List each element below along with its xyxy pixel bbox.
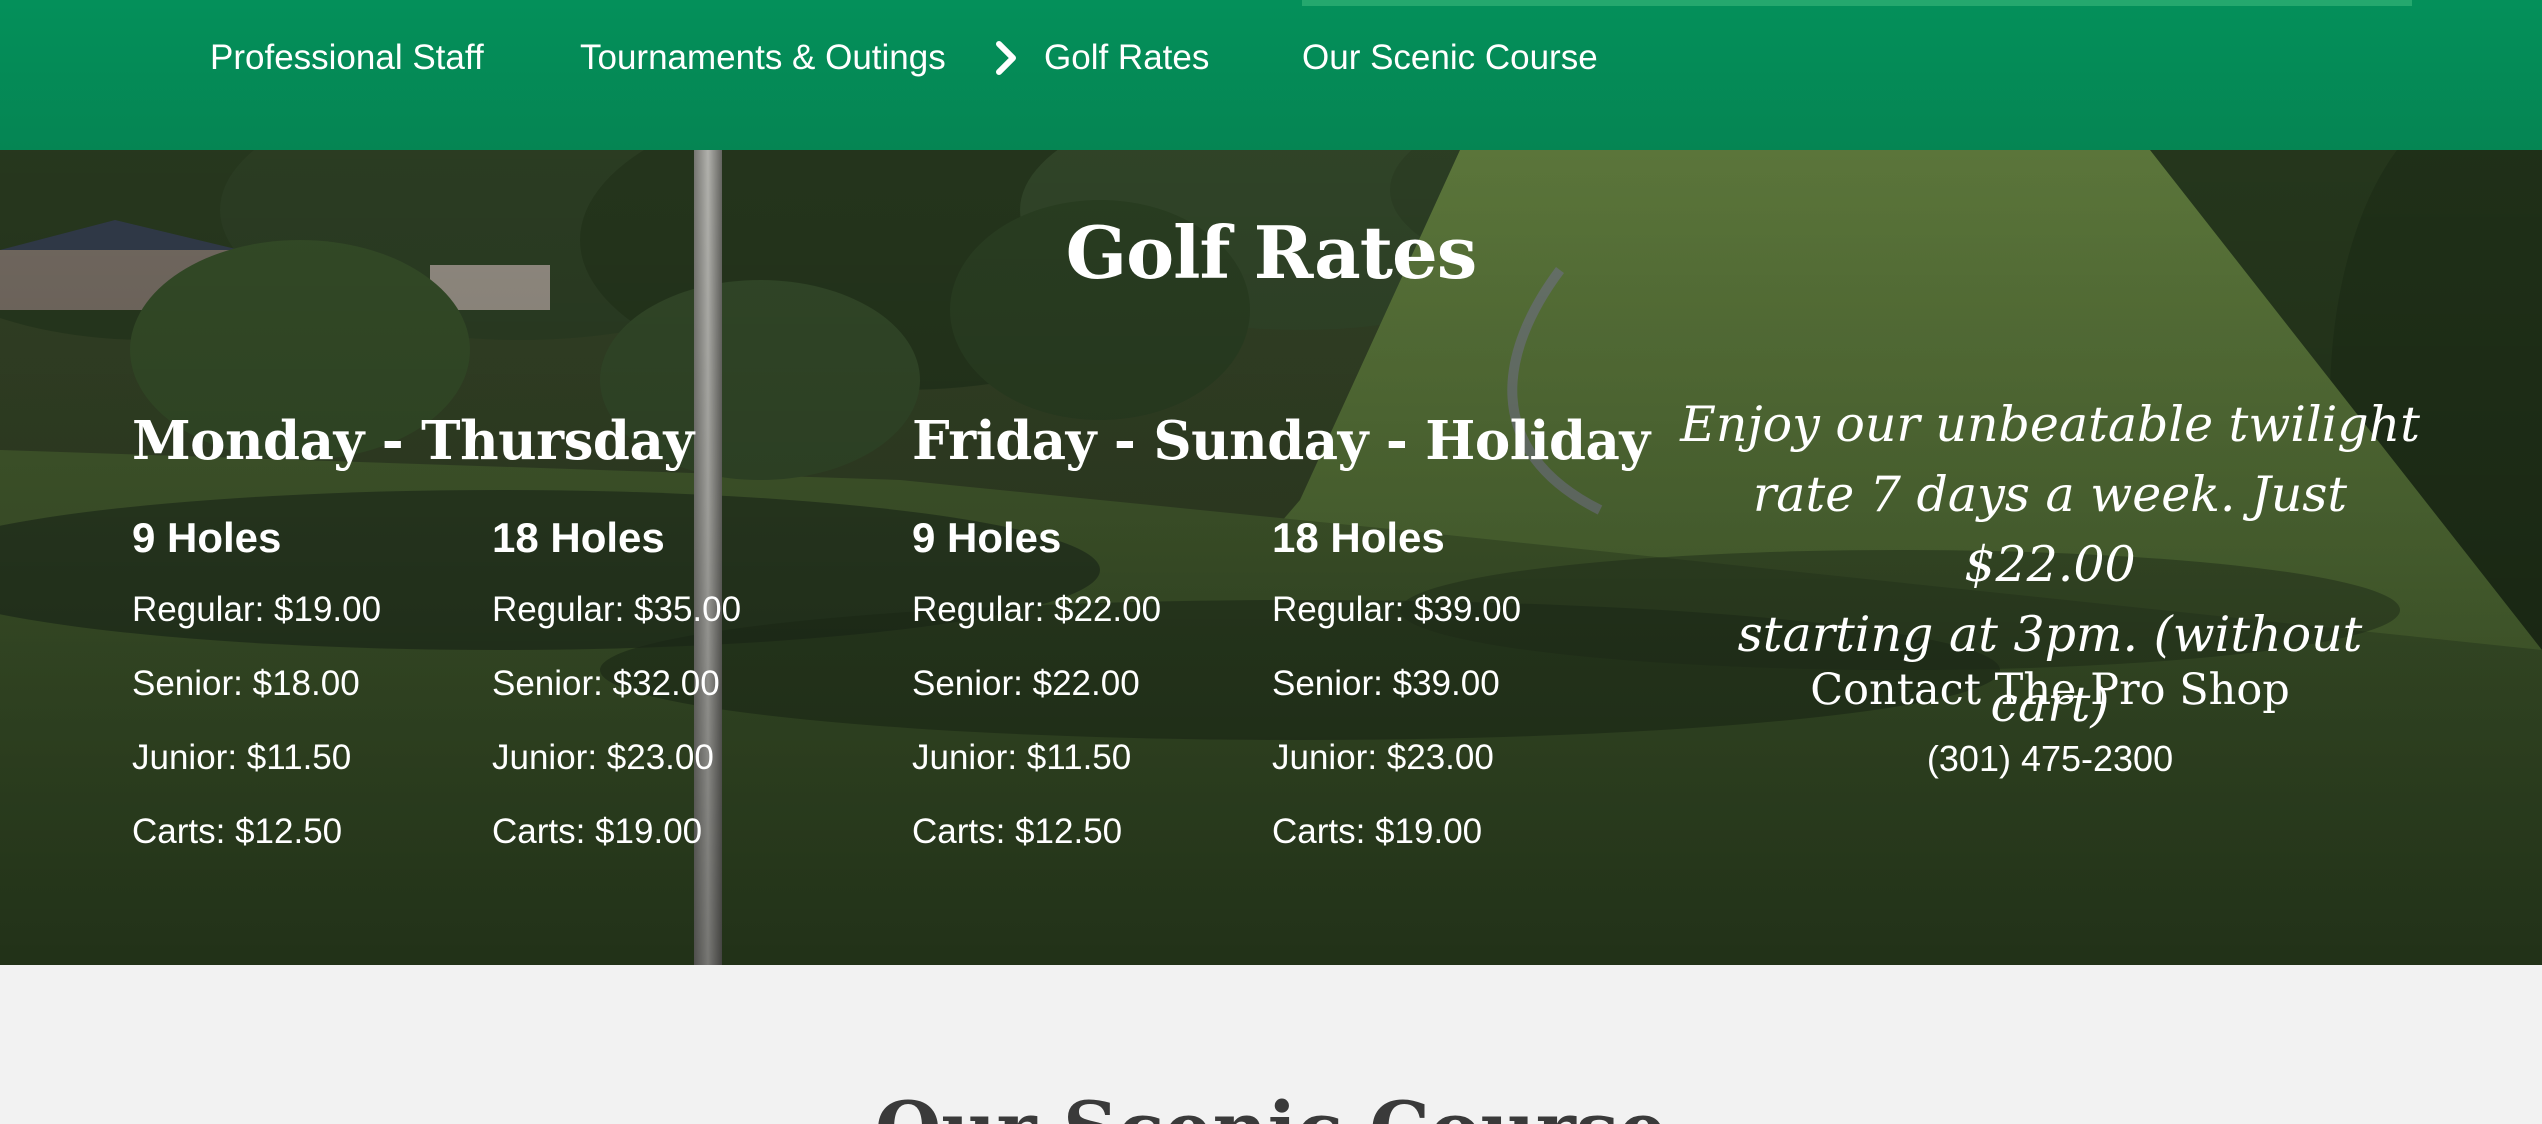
weekday-9-junior-rate: Junior: $11.50 — [132, 738, 352, 777]
weekday-18-regular-rate: Regular: $35.00 — [492, 590, 742, 629]
weekday-18-junior-rate: Junior: $23.00 — [492, 738, 714, 777]
weekday-9-holes-heading: 9 Holes — [132, 514, 282, 561]
contact-pro-shop-heading: Contact The Pro Shop — [1810, 665, 2290, 715]
weekend-9-carts-rate: Carts: $12.50 — [912, 812, 1123, 851]
weekday-18-holes-heading: 18 Holes — [492, 514, 665, 561]
weekend-9-junior-rate: Junior: $11.50 — [912, 738, 1132, 777]
weekday-rates-heading: Monday - Thursday — [132, 410, 694, 472]
weekend-18-junior-rate: Junior: $23.00 — [1272, 738, 1494, 777]
promo-line-1: Enjoy our unbeatable twilight — [1680, 396, 2420, 453]
chevron-right-icon — [996, 41, 1016, 75]
weekend-9-regular-rate: Regular: $22.00 — [912, 590, 1162, 629]
weekday-18-senior-rate: Senior: $32.00 — [492, 664, 720, 703]
weekend-18-regular-rate: Regular: $39.00 — [1272, 590, 1522, 629]
weekend-18-holes-heading: 18 Holes — [1272, 514, 1445, 561]
weekday-9-carts-rate: Carts: $12.50 — [132, 812, 343, 851]
nav-item-our-scenic-course[interactable]: Our Scenic Course — [1302, 34, 1598, 82]
weekend-rates-heading: Friday - Sunday - Holiday — [912, 410, 1650, 472]
nav-item-professional-staff[interactable]: Professional Staff — [210, 34, 484, 82]
weekend-9-senior-rate: Senior: $22.00 — [912, 664, 1140, 703]
nav-item-golf-rates[interactable]: Golf Rates — [1044, 34, 1209, 82]
weekend-18-carts-rate: Carts: $19.00 — [1272, 812, 1483, 851]
page-title: Golf Rates — [1065, 210, 1478, 295]
promo-line-2: rate 7 days a week. Just $22.00 — [1752, 466, 2348, 593]
weekday-9-regular-rate: Regular: $19.00 — [132, 590, 382, 629]
nav-top-accent-line — [1302, 0, 2412, 6]
golf-rates-hero: Golf Rates Monday - Thursday 9 Holes Reg… — [0, 150, 2542, 965]
weekday-18-carts-rate: Carts: $19.00 — [492, 812, 703, 851]
weekday-9-senior-rate: Senior: $18.00 — [132, 664, 360, 703]
scenic-course-section: Our Scenic Course — [0, 965, 2542, 1124]
pro-shop-phone-link[interactable]: (301) 475-2300 — [1680, 738, 2420, 780]
weekend-9-holes-heading: 9 Holes — [912, 514, 1062, 561]
top-navigation: Professional Staff Tournaments & Outings… — [0, 0, 2542, 150]
weekend-18-senior-rate: Senior: $39.00 — [1272, 664, 1500, 703]
scenic-course-title: Our Scenic Course — [0, 1085, 2542, 1124]
nav-item-tournaments-outings[interactable]: Tournaments & Outings — [580, 34, 946, 82]
